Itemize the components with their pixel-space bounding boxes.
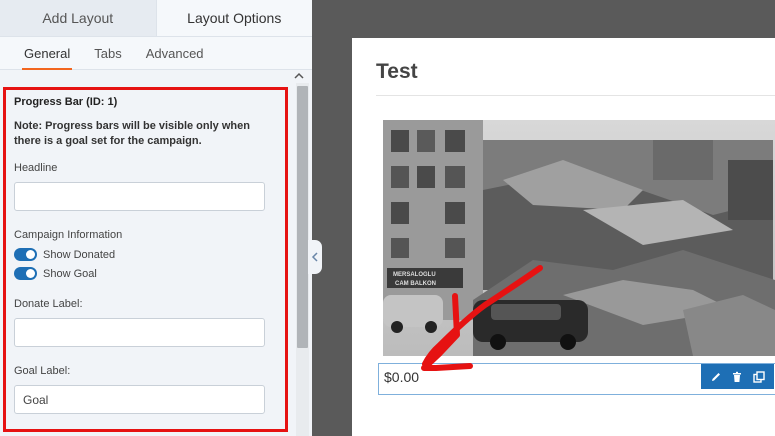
trash-icon <box>733 371 742 382</box>
edit-button[interactable] <box>708 369 724 385</box>
highlight-box <box>3 87 288 432</box>
page-title: Test <box>376 60 418 83</box>
edit-icon <box>711 372 720 381</box>
scroll-up-icon[interactable] <box>293 71 305 81</box>
collapsed-building-image: MERSALOGLU CAM BALKON <box>383 120 775 356</box>
layout-options-panel: Add Layout Layout Options General Tabs A… <box>0 0 312 436</box>
duplicate-button[interactable] <box>751 369 767 385</box>
delete-button[interactable] <box>729 369 745 385</box>
tab-advanced[interactable]: Advanced <box>134 37 216 70</box>
progress-amount-row[interactable]: $0.00 <box>378 363 775 395</box>
donated-amount: $0.00 <box>384 369 420 385</box>
top-tabs: Add Layout Layout Options <box>0 0 312 37</box>
sub-tabs: General Tabs Advanced <box>0 37 312 70</box>
chevron-left-icon <box>311 252 318 262</box>
svg-text:CAM BALKON: CAM BALKON <box>395 281 436 287</box>
collapse-panel-button[interactable] <box>308 240 322 274</box>
preview-canvas: Test MERSALOGLU CAM BALKON $0.00 <box>352 38 775 436</box>
tab-tabs[interactable]: Tabs <box>82 37 133 70</box>
tab-add-layout[interactable]: Add Layout <box>0 0 157 36</box>
divider <box>376 95 775 96</box>
tab-layout-options[interactable]: Layout Options <box>156 0 312 36</box>
campaign-photo[interactable]: MERSALOGLU CAM BALKON <box>383 120 775 356</box>
duplicate-icon <box>753 370 765 383</box>
svg-text:MERSALOGLU: MERSALOGLU <box>393 272 436 278</box>
block-actions <box>701 364 774 389</box>
tab-general[interactable]: General <box>12 37 82 70</box>
scrollbar-thumb[interactable] <box>297 86 308 348</box>
